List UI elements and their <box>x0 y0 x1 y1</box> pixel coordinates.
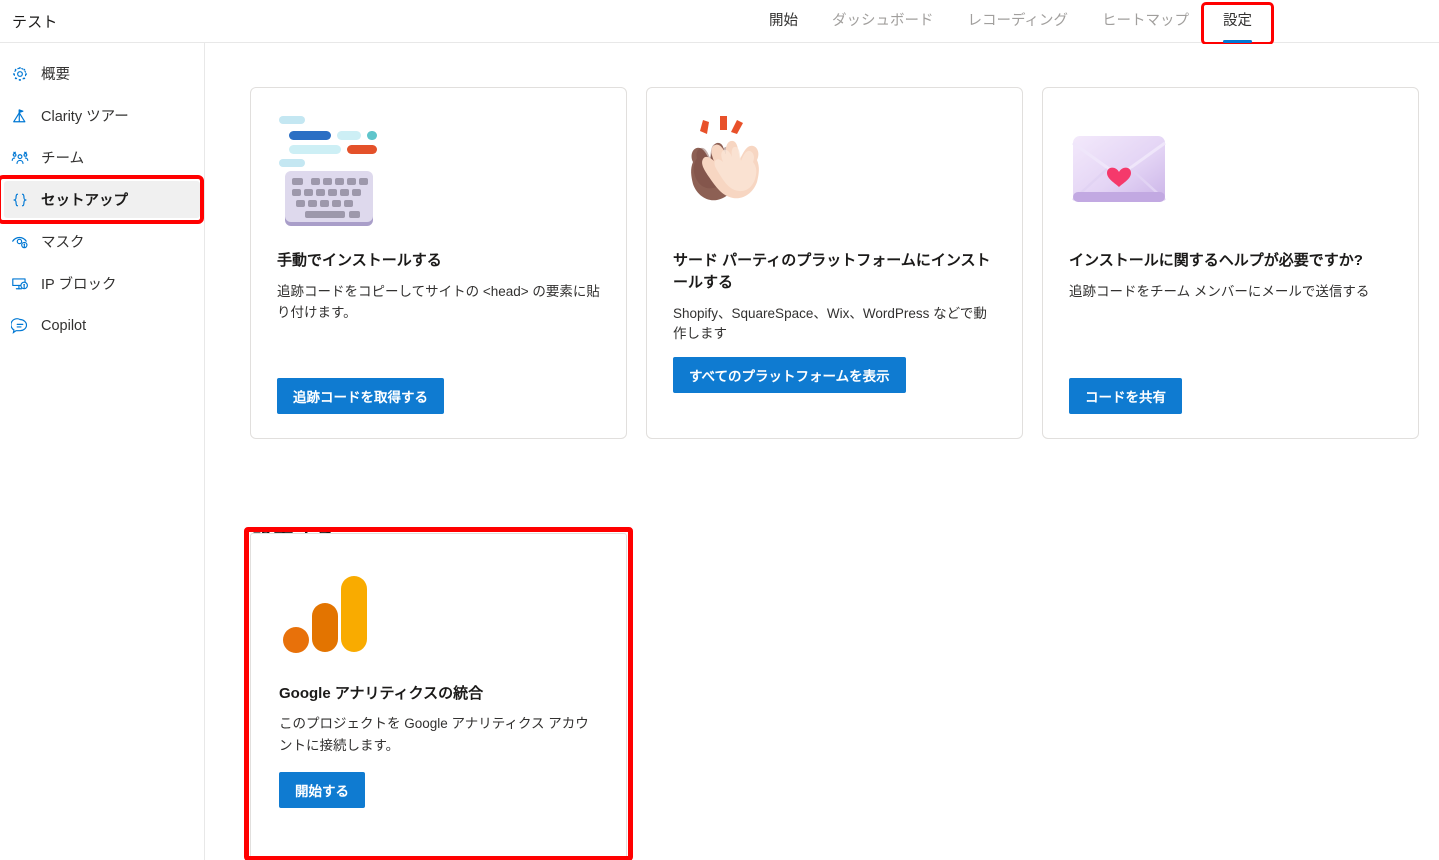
love-letter-icon <box>1069 110 1392 250</box>
sidebar-item-label: 概要 <box>41 67 70 83</box>
card-body: 追跡コードをチーム メンバーにメールで送信する <box>1069 283 1370 299</box>
app-header: テスト 開始 ダッシュボード レコーディング ヒートマップ 設定 <box>0 0 1439 45</box>
view-all-platforms-button[interactable]: すべてのプラットフォームを表示 <box>673 357 906 394</box>
card-install-help: インストールに関するヘルプが必要ですか? 追跡コードをチーム メンバーにメールで… <box>1042 87 1419 439</box>
card-title: Google アナリティクスの統合 <box>279 685 484 702</box>
tab-heatmaps[interactable]: ヒートマップ <box>1100 0 1191 43</box>
sidebar-item-overview[interactable]: 概要 <box>4 55 200 92</box>
tour-flag-icon <box>10 106 30 126</box>
page-title: テスト <box>12 14 58 31</box>
tab-recordings[interactable]: レコーディング <box>966 0 1070 43</box>
sidebar-item-label: Copilot <box>41 317 87 334</box>
tab-settings[interactable]: 設定 <box>1201 0 1274 45</box>
sidebar-item-label: Clarity ツアー <box>41 109 129 125</box>
card-manual-install: 手動でインストールする 追跡コードをコピーしてサイトの <head> の要素に貼… <box>250 87 627 439</box>
people-icon <box>10 148 30 168</box>
sidebar-item-label: チーム <box>41 151 85 167</box>
sidebar-item-copilot[interactable]: Copilot <box>4 307 200 344</box>
google-analytics-icon <box>279 564 598 682</box>
card-body: 追跡コードをコピーしてサイトの <head> の要素に貼り付けます。 <box>277 283 600 320</box>
clapping-hands-icon <box>673 110 996 250</box>
card-body: Shopify、SquareSpace、Wix、WordPress などで動作し… <box>673 305 987 342</box>
card-title: インストールに関するヘルプが必要ですか? <box>1069 252 1363 269</box>
sidebar: 概要 Clarity ツアー チーム セットアップ マスク IP ブロック Co… <box>0 43 205 860</box>
sidebar-item-clarity-tour[interactable]: Clarity ツアー <box>4 97 200 134</box>
tab-dashboard[interactable]: ダッシュボード <box>830 0 936 43</box>
card-title: サード パーティのプラットフォームにインストールする <box>673 252 991 291</box>
install-cards-row: 手動でインストールする 追跡コードをコピーしてサイトの <head> の要素に貼… <box>250 87 1419 439</box>
card-third-party-install: サード パーティのプラットフォームにインストールする Shopify、Squar… <box>646 87 1023 439</box>
get-tracking-code-button[interactable]: 追跡コードを取得する <box>277 378 444 414</box>
card-google-analytics-integration: Google アナリティクスの統合 このプロジェクトを Google アナリティ… <box>244 527 633 860</box>
screen-pin-icon <box>10 274 30 294</box>
code-brackets-icon <box>10 190 30 210</box>
card-body: このプロジェクトを Google アナリティクス アカウントに接続します。 <box>279 716 589 753</box>
top-navigation: 開始 ダッシュボード レコーディング ヒートマップ 設定 <box>767 0 1274 45</box>
sidebar-item-masking[interactable]: マスク <box>4 223 200 260</box>
keyboard-code-icon <box>277 110 600 250</box>
tab-start[interactable]: 開始 <box>767 0 800 43</box>
gear-icon <box>10 64 30 84</box>
sidebar-item-team[interactable]: チーム <box>4 139 200 176</box>
chat-bubble-icon <box>10 316 30 336</box>
sidebar-item-setup[interactable]: セットアップ <box>0 175 204 224</box>
sidebar-item-label: IP ブロック <box>41 277 117 293</box>
card-title: 手動でインストールする <box>277 252 442 269</box>
sidebar-item-ip-blocking[interactable]: IP ブロック <box>4 265 200 302</box>
main-content: 手動でインストールする 追跡コードをコピーしてサイトの <head> の要素に貼… <box>206 44 1439 860</box>
sidebar-item-label: マスク <box>41 235 85 251</box>
eye-mask-icon <box>10 232 30 252</box>
share-code-button[interactable]: コードを共有 <box>1069 378 1182 414</box>
integration-card-wrapper: Google アナリティクスの統合 このプロジェクトを Google アナリティ… <box>244 527 633 860</box>
get-started-button[interactable]: 開始する <box>279 772 365 809</box>
sidebar-item-label: セットアップ <box>41 193 128 209</box>
